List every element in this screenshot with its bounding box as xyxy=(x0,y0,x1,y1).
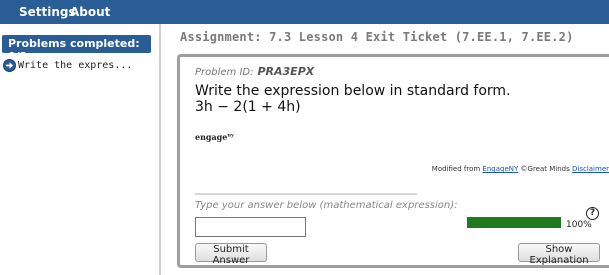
engageny-link[interactable]: EngageNY xyxy=(482,165,518,173)
sidebar: Problems completed: 0/2 Write the expres… xyxy=(0,24,161,275)
nav-settings-link[interactable]: Settings xyxy=(19,5,76,19)
answer-input[interactable] xyxy=(195,217,306,237)
engageny-logo: engageny xyxy=(195,132,234,142)
progress-percent: 100% xyxy=(566,220,592,230)
question-text: Write the expression below in standard f… xyxy=(195,83,511,115)
credit-line: Modified from EngageNY ©Great Minds Disc… xyxy=(432,165,609,173)
nav-about-link[interactable]: About xyxy=(70,5,110,19)
problem-id-label: Problem ID: xyxy=(195,67,254,78)
problems-completed-header: Problems completed: 0/2 xyxy=(2,35,151,63)
assignment-title: Assignment: 7.3 Lesson 4 Exit Ticket (7.… xyxy=(180,30,574,44)
progress-bar-fill xyxy=(467,217,561,228)
question-expression: 3h − 2(1 + 4h) xyxy=(195,99,301,115)
show-explanation-button[interactable]: Show Explanation xyxy=(518,243,600,266)
sidebar-item-problem-1[interactable]: Write the expres... xyxy=(3,57,132,73)
problem-id-value: PRA3EPX xyxy=(257,65,315,78)
sidebar-item-label: Write the expres... xyxy=(18,59,133,71)
arrow-right-circle-icon xyxy=(3,58,16,72)
credit-prefix: Modified from xyxy=(431,165,481,173)
submit-answer-button[interactable]: Submit Answer xyxy=(195,243,267,266)
help-icon[interactable]: ? xyxy=(586,207,599,220)
engageny-logo-sup: ny xyxy=(227,132,234,139)
disclaimer-link[interactable]: Disclaimer xyxy=(572,165,609,173)
problem-card: Problem ID: PRA3EPX Write the expression … xyxy=(177,54,609,268)
progress-bar xyxy=(467,217,561,228)
question-line-1: Write the expression below in standard f… xyxy=(195,83,511,99)
credit-copyright: ©Great Minds xyxy=(520,165,570,173)
problem-id: Problem ID: PRA3EPX xyxy=(195,65,314,78)
top-nav-bar: Settings About xyxy=(0,0,609,24)
engageny-logo-text: engage xyxy=(195,132,228,142)
divider xyxy=(195,193,417,195)
answer-prompt: Type your answer below (mathematical exp… xyxy=(195,200,458,211)
